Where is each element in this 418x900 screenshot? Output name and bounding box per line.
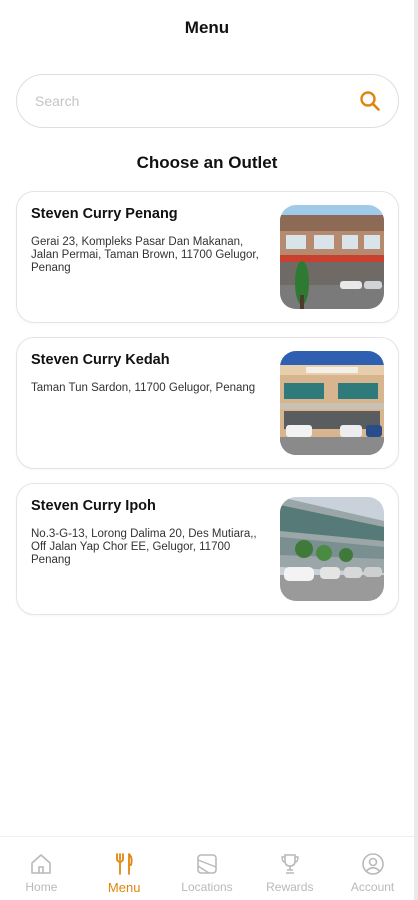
trophy-icon	[277, 851, 303, 877]
outlet-card-kedah[interactable]: Steven Curry Kedah Taman Tun Sardon, 117…	[16, 337, 399, 469]
tab-label: Locations	[181, 880, 233, 894]
outlet-card-ipoh[interactable]: Steven Curry Ipoh No.3-G-13, Lorong Dali…	[16, 483, 399, 615]
outlet-name: Steven Curry Penang	[31, 206, 178, 222]
tab-account[interactable]: Account	[331, 837, 414, 900]
outlet-photo	[280, 497, 384, 601]
bottom-tab-bar: Home Menu Locations Rewards Account	[0, 836, 414, 900]
tab-menu[interactable]: Menu	[83, 837, 166, 900]
outlet-name: Steven Curry Kedah	[31, 352, 170, 368]
section-title: Choose an Outlet	[136, 153, 278, 172]
outlet-address: Gerai 23, Kompleks Pasar Dan Makanan, Ja…	[31, 236, 259, 274]
search-input[interactable]	[35, 93, 358, 109]
outlet-photo	[280, 351, 384, 455]
outlet-photo	[280, 205, 384, 309]
outlet-address: No.3-G-13, Lorong Dalima 20, Des Mutiara…	[31, 528, 257, 566]
map-icon	[194, 851, 220, 877]
header: Menu	[0, 18, 414, 38]
tab-rewards[interactable]: Rewards	[248, 837, 331, 900]
tab-label: Home	[25, 880, 58, 894]
scroll-edge	[414, 0, 418, 900]
tab-label: Account	[350, 880, 395, 894]
fork-knife-icon	[111, 851, 137, 877]
user-circle-icon	[360, 851, 386, 877]
search-bar[interactable]	[16, 74, 399, 128]
search-icon[interactable]	[358, 89, 382, 113]
tab-home[interactable]: Home	[0, 837, 83, 900]
outlet-address: Taman Tun Sardon, 11700 Gelugor, Penang	[31, 382, 256, 394]
home-icon	[28, 851, 54, 877]
page-title: Menu	[184, 18, 230, 37]
tab-locations[interactable]: Locations	[166, 837, 249, 900]
tab-label: Rewards	[266, 880, 314, 894]
outlet-name: Steven Curry Ipoh	[31, 498, 156, 514]
outlet-card-penang[interactable]: Steven Curry Penang Gerai 23, Kompleks P…	[16, 191, 399, 323]
app-screen: Menu Choose an Outlet Steven Curry Penan…	[0, 0, 418, 900]
tab-label: Menu	[107, 880, 141, 895]
